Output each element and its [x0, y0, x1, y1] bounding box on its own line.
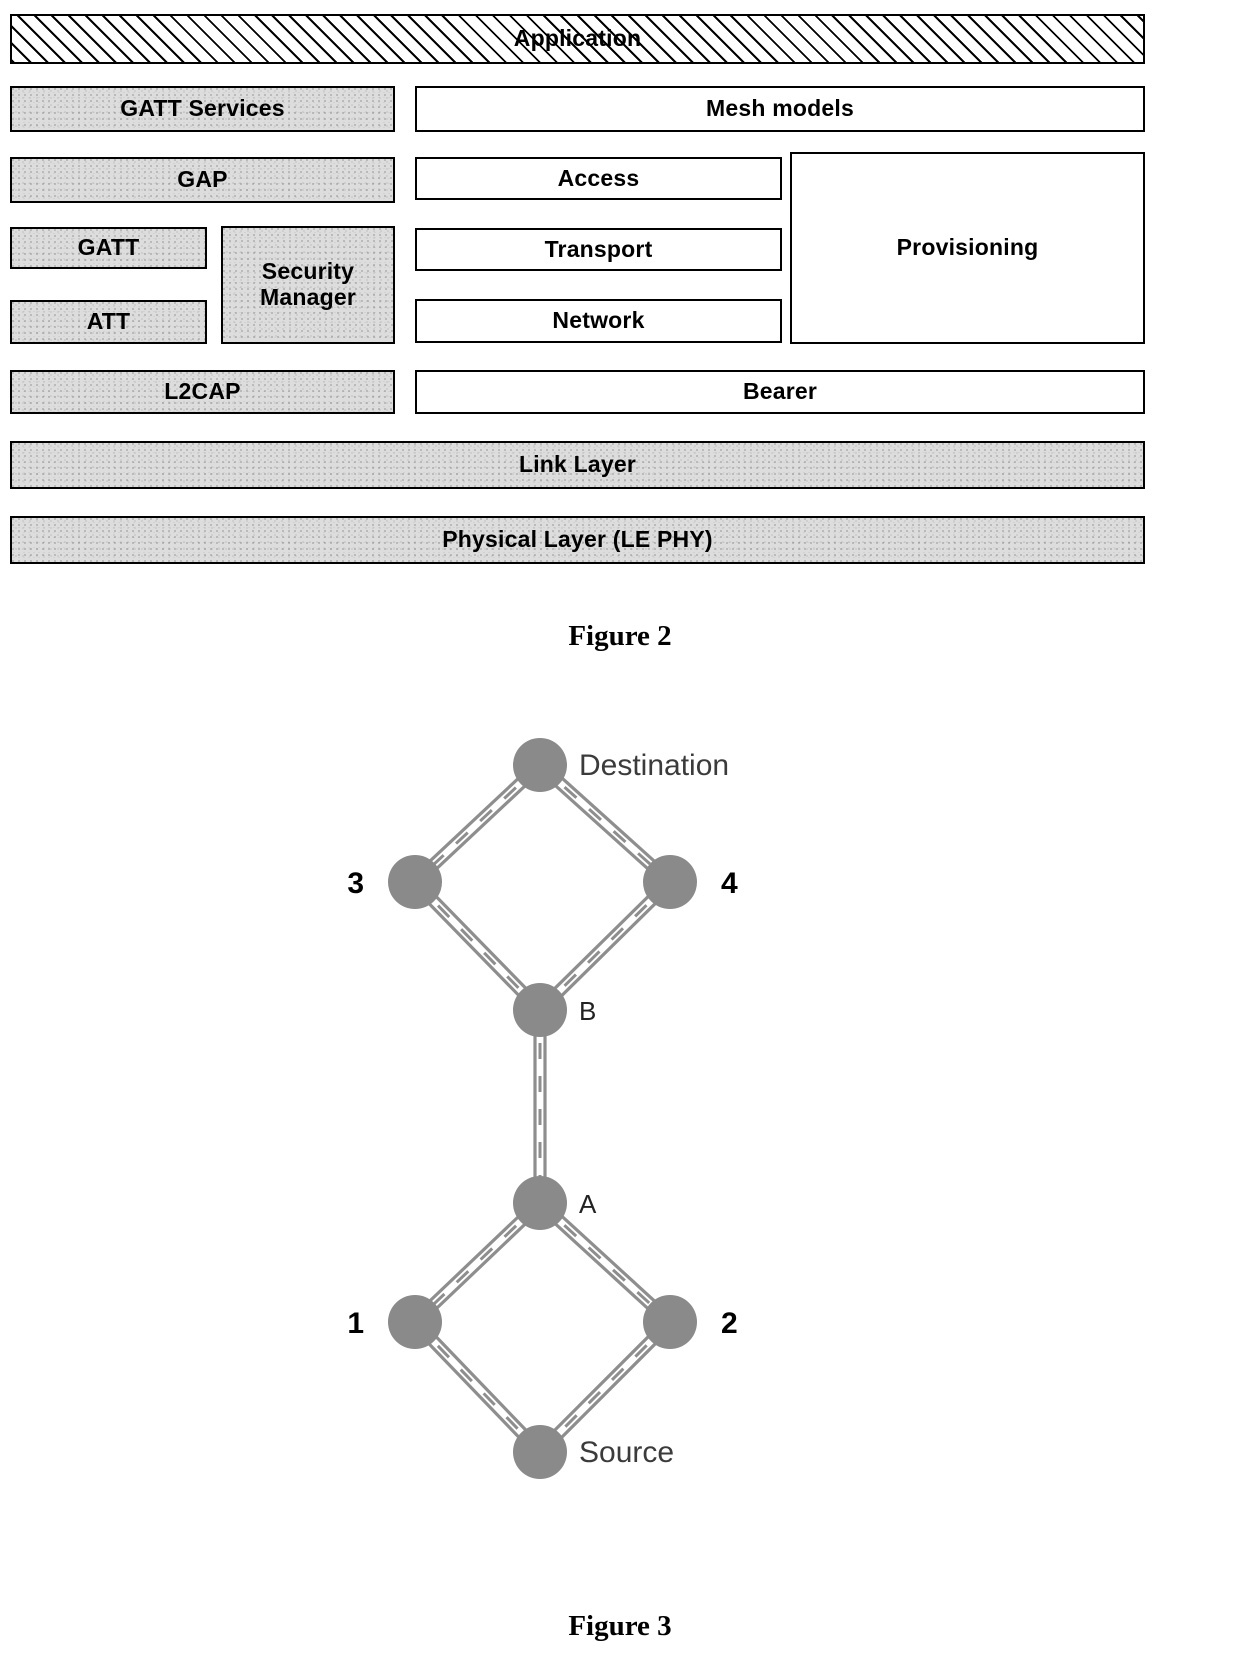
mesh-node-label: 1: [347, 1307, 364, 1340]
mesh-node-node3: 3: [347, 855, 442, 909]
stack-block-label: Application: [513, 25, 642, 52]
mesh-node-source: Source: [513, 1425, 674, 1479]
stack-block-access: Access: [415, 157, 782, 200]
stack-block-label: Security Manager: [260, 258, 356, 310]
stack-block-label: Bearer: [742, 378, 818, 405]
mesh-node-label: B: [579, 996, 596, 1026]
stack-block-gatt-services: GATT Services: [10, 86, 395, 132]
mesh-node-nodeB: B: [513, 983, 596, 1037]
figure-3-mesh-network: Destination 3 4 B A 1 2 Source Figure 3: [0, 670, 1240, 1676]
stack-block-physical-layer: Physical Layer (LE PHY): [10, 516, 1145, 564]
stack-block-label: GAP: [177, 166, 228, 193]
mesh-node-node1: 1: [347, 1295, 442, 1349]
stack-block-application: Application: [10, 14, 1145, 64]
figure-2-caption: Figure 2: [568, 620, 672, 652]
mesh-node-label: Destination: [579, 749, 729, 782]
stack-block-security-manager: Security Manager: [221, 226, 395, 344]
mesh-node-label: 4: [721, 867, 738, 900]
mesh-nodes: Destination 3 4 B A 1 2 Source: [347, 738, 738, 1479]
stack-block-network: Network: [415, 299, 782, 343]
mesh-node-nodeA: A: [513, 1176, 597, 1230]
mesh-node-node2: 2: [643, 1295, 738, 1349]
stack-block-label: Access: [557, 164, 640, 191]
figure-2-ble-mesh-stack: Application GATT Services Mesh models GAP Ac…: [0, 0, 1240, 670]
stack-block-mesh-models: Mesh models: [415, 86, 1145, 132]
stack-block-link-layer: Link Layer: [10, 441, 1145, 489]
stack-block-label: ATT: [86, 308, 131, 335]
mesh-node-node4: 4: [643, 855, 738, 909]
mesh-node-label: A: [579, 1189, 597, 1219]
stack-block-label: Link Layer: [518, 451, 637, 478]
stack-block-label: L2CAP: [164, 378, 241, 405]
mesh-node-label: 2: [721, 1307, 738, 1340]
mesh-edges: [410, 760, 675, 1457]
mesh-node-label: Source: [579, 1436, 674, 1469]
stack-block-label: GATT: [77, 234, 140, 261]
stack-block-provisioning: Provisioning: [790, 152, 1145, 344]
mesh-edge: [533, 1010, 547, 1203]
stack-block-label: GATT Services: [120, 95, 285, 122]
stack-block-label: Provisioning: [896, 234, 1039, 261]
stack-block-label: Network: [552, 307, 645, 334]
stack-block-label: Transport: [544, 235, 653, 262]
stack-block-l2cap: L2CAP: [10, 370, 395, 414]
stack-block-bearer: Bearer: [415, 370, 1145, 414]
stack-block-gatt: GATT: [10, 227, 207, 269]
stack-block-gap: GAP: [10, 157, 395, 203]
figure-3-caption: Figure 3: [568, 1610, 672, 1642]
mesh-network-graph: Destination 3 4 B A 1 2 Source: [347, 738, 738, 1479]
stack-block-label: Physical Layer (LE PHY): [442, 526, 713, 553]
stack-block-label: Mesh models: [706, 95, 854, 122]
stack-block-att: ATT: [10, 300, 207, 344]
mesh-node-destination: Destination: [513, 738, 729, 792]
mesh-node-label: 3: [347, 867, 364, 900]
stack-block-transport: Transport: [415, 228, 782, 271]
